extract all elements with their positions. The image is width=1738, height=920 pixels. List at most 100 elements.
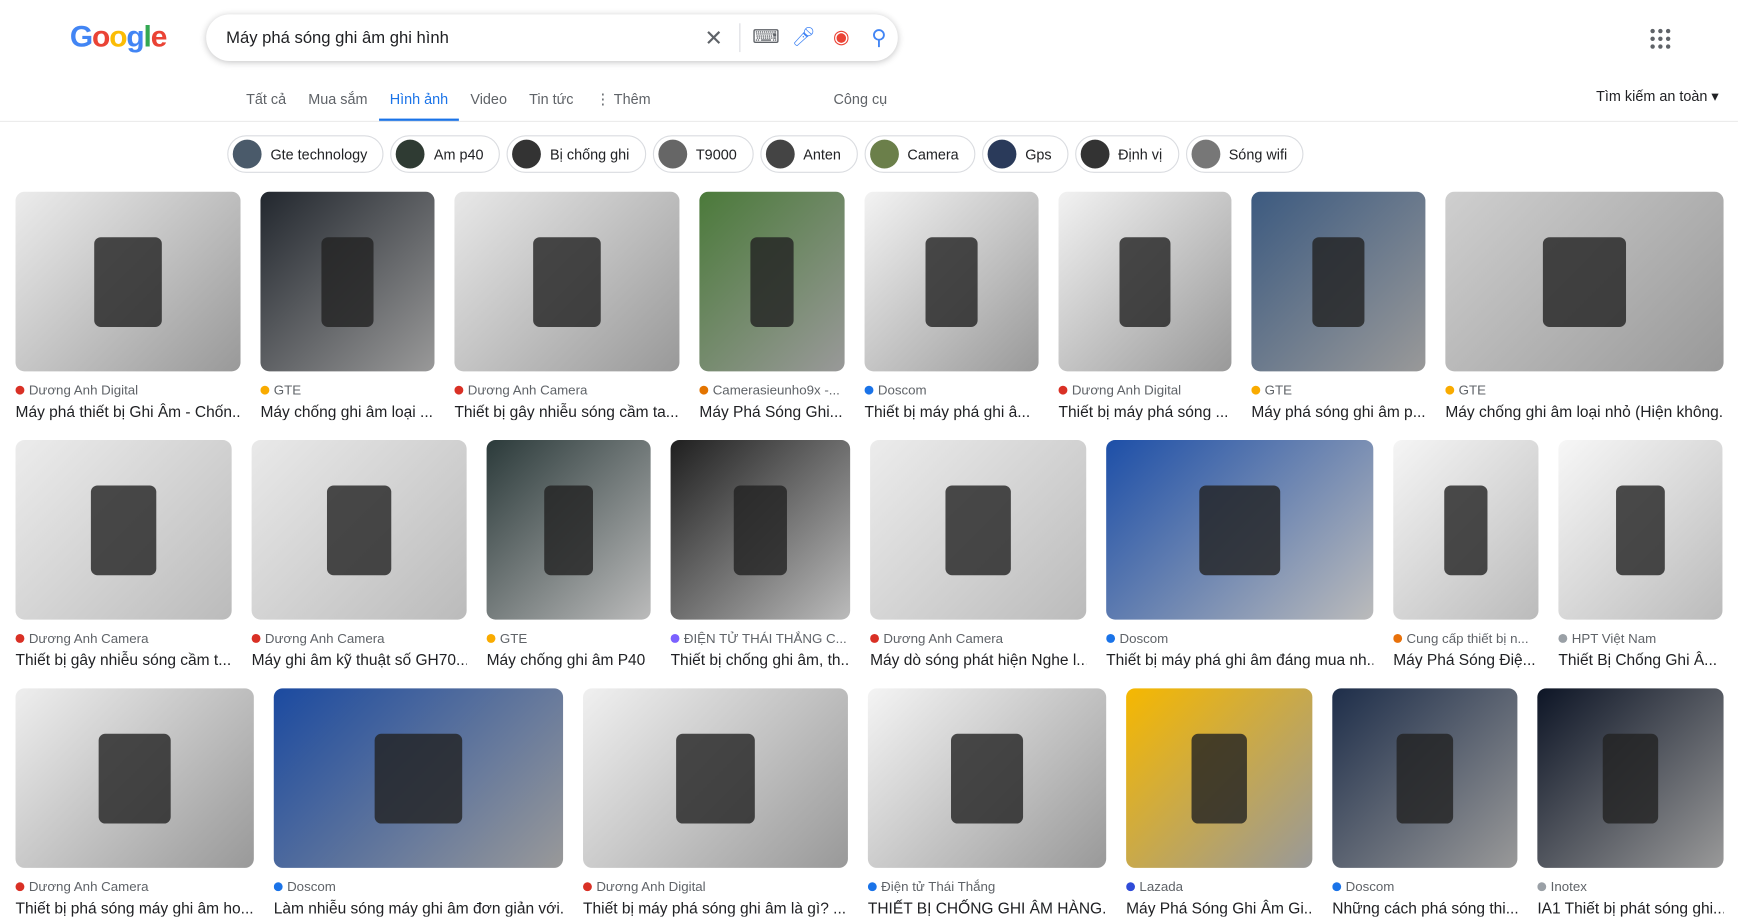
tab-2[interactable]: Hình ảnh bbox=[378, 91, 460, 122]
result-title[interactable]: Máy phá sóng ghi âm p... bbox=[1251, 402, 1425, 420]
image-result[interactable]: GTE Máy chống ghi âm loại nhỏ (Hiện không… bbox=[1445, 191, 1724, 420]
image-result[interactable]: Doscom Làm nhiễu sóng máy ghi âm đơn giản… bbox=[273, 688, 564, 917]
result-source[interactable]: Dương Anh Camera bbox=[251, 631, 467, 646]
result-thumbnail[interactable] bbox=[1251, 191, 1426, 372]
image-result[interactable]: Doscom Thiết bị máy phá ghi âm đáng mua n… bbox=[1106, 440, 1374, 669]
result-title[interactable]: Thiết bị phá sóng máy ghi âm ho... bbox=[16, 899, 254, 917]
result-title[interactable]: Thiết bị gây nhiễu sóng cầm t... bbox=[16, 651, 232, 669]
result-source[interactable]: Lazada bbox=[1126, 879, 1312, 894]
result-title[interactable]: Thiết bị chống ghi âm, th... bbox=[671, 651, 851, 669]
search-icon[interactable]: ⚲ bbox=[860, 25, 898, 50]
result-thumbnail[interactable] bbox=[273, 688, 564, 868]
result-thumbnail[interactable] bbox=[15, 440, 232, 620]
result-thumbnail[interactable] bbox=[1058, 191, 1232, 372]
result-source[interactable]: Doscom bbox=[864, 382, 1039, 398]
result-source[interactable]: Dương Anh Camera bbox=[870, 631, 1086, 646]
image-result[interactable]: Doscom Những cách phá sóng thi... bbox=[1332, 688, 1518, 917]
chip[interactable]: Sóng wifi bbox=[1185, 135, 1304, 173]
image-result[interactable]: Cung cấp thiết bị n... Máy Phá Sóng Điệ..… bbox=[1393, 440, 1539, 669]
result-title[interactable]: Máy chống ghi âm loại nhỏ (Hiện không... bbox=[1445, 402, 1723, 420]
chip[interactable]: Anten bbox=[760, 135, 858, 173]
image-result[interactable]: Dương Anh Digital Thiết bị máy phá sóng g… bbox=[583, 688, 848, 917]
result-title[interactable]: Thiết bị máy phá sóng ghi âm là gì? ... bbox=[583, 899, 848, 917]
tab-3[interactable]: Video bbox=[459, 91, 518, 120]
result-source[interactable]: Doscom bbox=[273, 879, 563, 894]
microphone-icon[interactable]: 🎤︎ bbox=[785, 27, 823, 49]
chip[interactable]: Gps bbox=[981, 135, 1069, 173]
chip[interactable]: Định vị bbox=[1074, 135, 1179, 173]
result-source[interactable]: Dương Anh Digital bbox=[15, 382, 241, 398]
result-title[interactable]: Máy chống ghi âm loại ... bbox=[260, 402, 434, 420]
result-thumbnail[interactable] bbox=[1332, 688, 1518, 868]
image-result[interactable]: Dương Anh Camera Máy dò sóng phát hiện Ng… bbox=[870, 440, 1087, 668]
image-result[interactable]: Điện tử Thái Thắng THIẾT BỊ CHỐNG GHI ÂM … bbox=[867, 688, 1107, 917]
result-source[interactable]: Doscom bbox=[1332, 879, 1517, 894]
apps-icon[interactable] bbox=[1650, 28, 1671, 49]
result-thumbnail[interactable] bbox=[1445, 191, 1724, 372]
image-result[interactable]: Dương Anh Digital Máy phá thiết bị Ghi Âm… bbox=[15, 191, 241, 420]
result-title[interactable]: Máy Phá Sóng Ghi... bbox=[699, 402, 844, 420]
result-thumbnail[interactable] bbox=[1106, 440, 1374, 620]
result-source[interactable]: Dương Anh Digital bbox=[583, 879, 848, 894]
tools-button[interactable]: Công cụ bbox=[834, 91, 888, 108]
lens-icon[interactable]: ◉ bbox=[822, 27, 860, 49]
chip[interactable]: Camera bbox=[864, 135, 976, 173]
clear-icon[interactable]: ✕ bbox=[695, 24, 733, 52]
image-result[interactable]: GTE Máy phá sóng ghi âm p... bbox=[1251, 191, 1426, 420]
result-thumbnail[interactable] bbox=[15, 688, 254, 868]
image-result[interactable]: GTE Máy chống ghi âm loại ... bbox=[260, 191, 435, 420]
chip[interactable]: Am p40 bbox=[390, 135, 501, 173]
tab-1[interactable]: Mua sắm bbox=[297, 91, 378, 120]
result-thumbnail[interactable] bbox=[251, 440, 467, 620]
safe-search-button[interactable]: Tìm kiếm an toàn ▾ bbox=[1596, 88, 1719, 106]
tab-4[interactable]: Tin tức bbox=[518, 91, 585, 120]
result-source[interactable]: ĐIỆN TỬ THÁI THẮNG C... bbox=[670, 631, 851, 646]
result-thumbnail[interactable] bbox=[1393, 440, 1539, 620]
result-thumbnail[interactable] bbox=[1558, 440, 1723, 620]
tab-0[interactable]: Tất cả bbox=[235, 91, 297, 120]
result-title[interactable]: IA1 Thiết bị phát sóng ghi... bbox=[1537, 899, 1723, 917]
result-source[interactable]: Doscom bbox=[1106, 631, 1373, 646]
result-thumbnail[interactable] bbox=[1537, 688, 1724, 868]
result-source[interactable]: Điện tử Thái Thắng bbox=[867, 879, 1106, 894]
image-result[interactable]: Dương Anh Camera Thiết bị gây nhiễu sóng … bbox=[15, 440, 232, 669]
result-title[interactable]: Thiết bị máy phá ghi âm đáng mua nh... bbox=[1106, 651, 1373, 669]
result-title[interactable]: Làm nhiễu sóng máy ghi âm đơn giản với..… bbox=[274, 899, 563, 917]
result-title[interactable]: Máy ghi âm kỹ thuật số GH70... bbox=[252, 651, 467, 669]
result-thumbnail[interactable] bbox=[864, 191, 1039, 372]
image-result[interactable]: ĐIỆN TỬ THÁI THẮNG C... Thiết bị chống gh… bbox=[670, 440, 851, 669]
result-title[interactable]: Thiết bị máy phá sóng ... bbox=[1059, 402, 1232, 420]
result-source[interactable]: GTE bbox=[1251, 382, 1425, 398]
result-source[interactable]: Dương Anh Digital bbox=[1058, 382, 1232, 398]
keyboard-icon[interactable]: ⌨ bbox=[747, 27, 785, 49]
image-result[interactable]: GTE Máy chống ghi âm P40 bbox=[486, 440, 651, 668]
result-thumbnail[interactable] bbox=[486, 440, 651, 620]
result-title[interactable]: THIẾT BỊ CHỐNG GHI ÂM HÀNG... bbox=[868, 899, 1106, 917]
tab-5[interactable]: ⋮ Thêm bbox=[585, 91, 662, 120]
chip[interactable]: Bị chống ghi bbox=[506, 135, 647, 173]
image-result[interactable]: HPT Việt Nam Thiết Bị Chống Ghi Â... bbox=[1558, 440, 1723, 668]
image-result[interactable]: Inotex IA1 Thiết bị phát sóng ghi... bbox=[1537, 688, 1724, 917]
result-thumbnail[interactable] bbox=[870, 440, 1087, 620]
result-source[interactable]: GTE bbox=[1445, 382, 1723, 398]
image-result[interactable]: Camerasieunho9x -... Máy Phá Sóng Ghi... bbox=[699, 191, 845, 420]
result-source[interactable]: Inotex bbox=[1537, 879, 1723, 894]
result-thumbnail[interactable] bbox=[670, 440, 851, 620]
result-source[interactable]: HPT Việt Nam bbox=[1558, 631, 1722, 646]
image-result[interactable]: Dương Anh Digital Thiết bị máy phá sóng .… bbox=[1058, 191, 1232, 420]
result-title[interactable]: Thiết bị máy phá ghi â... bbox=[865, 402, 1039, 420]
image-result[interactable]: Dương Anh Camera Máy ghi âm kỹ thuật số G… bbox=[251, 440, 467, 669]
search-input[interactable] bbox=[226, 28, 695, 48]
result-source[interactable]: Dương Anh Camera bbox=[15, 879, 254, 894]
result-thumbnail[interactable] bbox=[699, 191, 845, 372]
result-thumbnail[interactable] bbox=[15, 191, 241, 372]
image-result[interactable]: Dương Anh Camera Thiết bị phá sóng máy gh… bbox=[15, 688, 254, 917]
result-title[interactable]: Thiết bị gây nhiễu sóng cầm ta... bbox=[454, 402, 679, 420]
result-thumbnail[interactable] bbox=[260, 191, 435, 372]
result-title[interactable]: Máy phá thiết bị Ghi Âm - Chốn... bbox=[16, 402, 241, 420]
google-logo[interactable]: Google bbox=[70, 20, 168, 54]
result-title[interactable]: Máy Phá Sóng Ghi Âm Gi... bbox=[1126, 899, 1312, 917]
image-result[interactable]: Dương Anh Camera Thiết bị gây nhiễu sóng … bbox=[454, 191, 680, 420]
result-source[interactable]: Dương Anh Camera bbox=[15, 631, 232, 646]
result-title[interactable]: Máy Phá Sóng Điệ... bbox=[1393, 651, 1538, 669]
